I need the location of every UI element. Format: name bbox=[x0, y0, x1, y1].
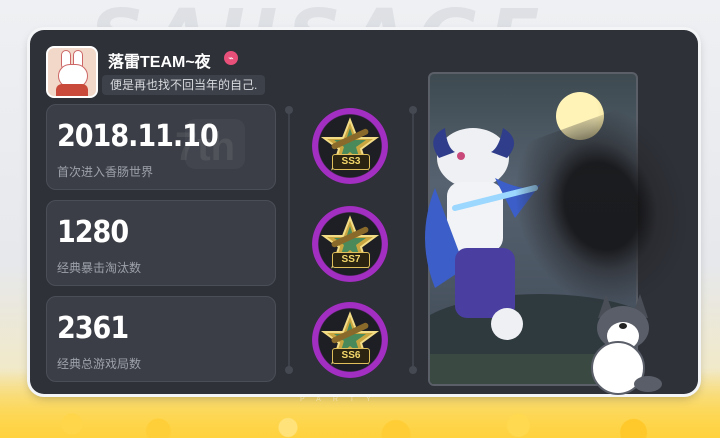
badge-label: SS3 bbox=[332, 154, 370, 170]
partner-footer-text: PARTY bbox=[300, 396, 383, 403]
rank-star-icon bbox=[320, 215, 380, 269]
stat-label: 首次进入香肠世界 bbox=[57, 165, 154, 179]
column-divider bbox=[285, 106, 293, 374]
stat-card-crit-eliminations: 1280 经典暴击淘汰数 bbox=[46, 200, 276, 286]
stat-card-total-games: 2361 经典总游戏局数 bbox=[46, 296, 276, 382]
badge-label: SS7 bbox=[332, 252, 370, 268]
stat-value: 1280 bbox=[57, 215, 129, 250]
husky-mascot-icon bbox=[591, 294, 662, 395]
stat-label: 经典总游戏局数 bbox=[57, 357, 142, 371]
rank-star-icon bbox=[320, 311, 380, 365]
stat-card-first-join: 7th 2018.11.10 首次进入香肠世界 bbox=[46, 104, 276, 190]
season-badge-ss7[interactable]: SS7 bbox=[312, 206, 388, 282]
rank-star-icon bbox=[320, 117, 380, 171]
player-name: 落雷TEAM~夜 bbox=[108, 54, 211, 71]
stat-value: 2018.11.10 bbox=[57, 119, 219, 154]
badge-label: SS6 bbox=[332, 348, 370, 364]
avatar[interactable] bbox=[46, 46, 98, 98]
player-signature: 便是再也找不回当年的自己. bbox=[102, 75, 266, 95]
stat-value: 2361 bbox=[57, 311, 129, 346]
stat-label: 经典暴击淘汰数 bbox=[57, 261, 142, 275]
ticket-icon[interactable]: ⌁ bbox=[224, 51, 238, 65]
season-badge-ss6[interactable]: SS6 bbox=[312, 302, 388, 378]
season-badge-ss3[interactable]: SS3 bbox=[312, 108, 388, 184]
